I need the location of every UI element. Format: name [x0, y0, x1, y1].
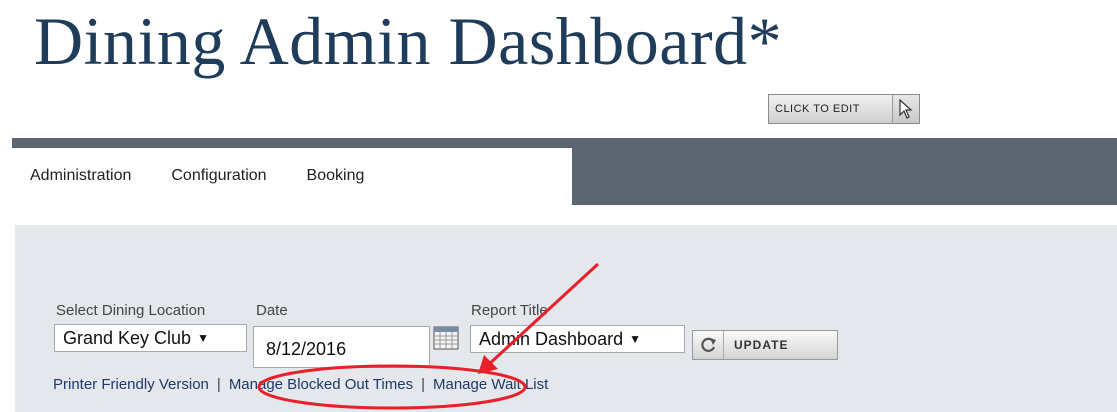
chevron-down-icon: ▼ [629, 332, 641, 346]
click-to-edit-button[interactable]: CLICK TO EDIT [768, 94, 920, 124]
report-title-label: Report Title [471, 302, 548, 319]
location-label: Select Dining Location [56, 302, 206, 319]
tab-administration[interactable]: Administration [30, 167, 131, 185]
calendar-icon[interactable] [433, 326, 459, 350]
report-title-select[interactable]: Admin Dashboard ▼ [470, 325, 685, 353]
printer-friendly-link[interactable]: Printer Friendly Version [53, 376, 209, 393]
date-input[interactable]: 8/12/2016 [253, 326, 430, 368]
chevron-down-icon: ▼ [197, 331, 209, 345]
nav-tabs: Administration Configuration Booking [12, 148, 572, 204]
link-separator: | [421, 376, 425, 393]
cursor-icon [892, 95, 919, 123]
click-to-edit-label: CLICK TO EDIT [775, 103, 860, 115]
location-select[interactable]: Grand Key Club ▼ [54, 324, 247, 352]
link-separator: | [216, 376, 221, 393]
tab-configuration[interactable]: Configuration [171, 167, 266, 185]
manage-blocked-times-link[interactable]: Manage Blocked Out Times [229, 376, 413, 393]
tab-booking[interactable]: Booking [307, 167, 365, 185]
update-button[interactable]: UPDATE [692, 330, 838, 360]
update-label: UPDATE [734, 338, 789, 352]
page-title: Dining Admin Dashboard* [34, 3, 783, 79]
refresh-icon [693, 331, 724, 359]
date-label: Date [256, 302, 288, 319]
manage-wait-list-link[interactable]: Manage Wait List [433, 376, 548, 393]
action-links: Printer Friendly Version | Manage Blocked … [53, 376, 548, 393]
location-value: Grand Key Club [63, 327, 192, 348]
report-title-value: Admin Dashboard [479, 328, 624, 349]
